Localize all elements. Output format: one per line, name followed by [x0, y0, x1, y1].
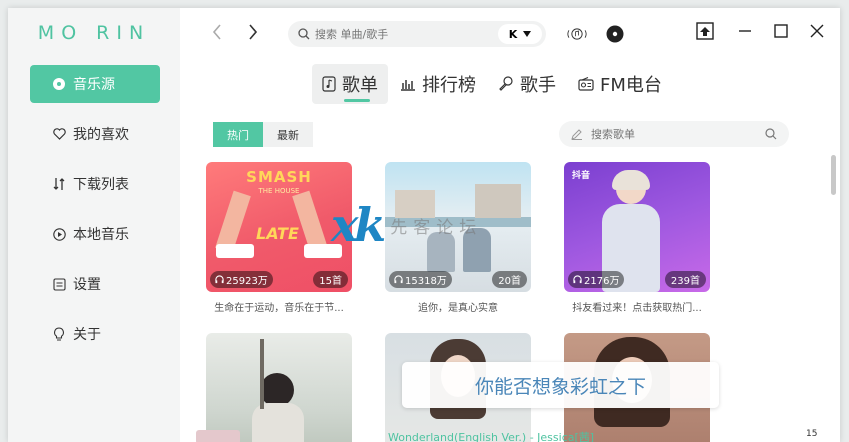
pencil-icon: [571, 129, 582, 140]
sidebar-item-label: 关于: [73, 327, 101, 343]
tab-playlist[interactable]: 歌单: [312, 64, 388, 104]
app-logo: MO RIN: [37, 22, 151, 44]
play-count: 15318万: [405, 276, 447, 287]
playlist-search: [559, 121, 789, 147]
cover-title: SMASH: [246, 168, 312, 186]
playlist-cover[interactable]: [206, 333, 352, 442]
source-selector[interactable]: K: [498, 24, 542, 44]
playlist-cover[interactable]: SMASH THE HOUSE LATE 25923万 15首: [206, 162, 352, 292]
sidebar-nav: 音乐源 我的喜欢 下载列表 本地音乐 设置 关于: [30, 65, 160, 365]
radio-icon: [578, 77, 594, 91]
cover-subtitle: THE HOUSE: [258, 187, 300, 195]
sidebar-item-label: 音乐源: [73, 77, 115, 93]
sidebar-item-music-source[interactable]: 音乐源: [30, 65, 160, 103]
minimize-button[interactable]: [734, 20, 756, 42]
chart-icon: [400, 77, 416, 91]
playlist-card[interactable]: 15318万 20首 追你，是真心实意: [385, 162, 531, 314]
playlist-description: 生命在于运动，音乐在于节...: [214, 303, 344, 314]
sidebar-item-label: 下载列表: [73, 177, 129, 193]
tab-singers[interactable]: 歌手: [488, 64, 566, 104]
maximize-button[interactable]: [770, 20, 792, 42]
playlist-icon: [322, 76, 336, 92]
chevron-right-icon: [249, 24, 258, 40]
search-icon: [298, 28, 310, 40]
download-list-icon: [52, 177, 66, 191]
sidebar-item-label: 设置: [73, 277, 101, 293]
sidebar-item-about[interactable]: 关于: [30, 315, 160, 353]
search-icon[interactable]: [765, 128, 777, 140]
filter-newest[interactable]: 最新: [263, 122, 313, 147]
minimize-icon: [739, 30, 751, 32]
now-playing-cover[interactable]: [196, 430, 240, 442]
music-source-icon: [52, 77, 66, 91]
filter-hot[interactable]: 热门: [213, 122, 263, 147]
playlist-card[interactable]: SMASH THE HOUSE LATE 25923万 15首 生命在于运动，音…: [206, 162, 352, 314]
sound-wave-icon: [567, 28, 587, 40]
close-icon: [810, 24, 824, 38]
tab-label: FM电台: [600, 75, 662, 96]
play-count: 2176万: [584, 276, 620, 287]
headphones-icon: [394, 275, 403, 284]
settings-icon: [52, 277, 66, 291]
tab-label: 排行榜: [422, 75, 476, 96]
sidebar-item-favorites[interactable]: 我的喜欢: [30, 115, 160, 153]
upload-box-icon: [696, 22, 714, 40]
mini-mode-button[interactable]: [694, 20, 716, 42]
search-bar: K: [288, 21, 546, 47]
sidebar-item-local-music[interactable]: 本地音乐: [30, 215, 160, 253]
back-button[interactable]: [207, 22, 227, 42]
desktop-lyric[interactable]: 你能否想象彩虹之下: [402, 362, 719, 408]
playlist-filters: 热门 最新: [213, 122, 313, 147]
bulb-icon: [52, 327, 66, 341]
tab-fm-radio[interactable]: FM电台: [568, 64, 672, 104]
song-count-badge: 239首: [664, 271, 706, 288]
tab-label: 歌单: [342, 75, 378, 96]
mic-icon: [498, 76, 514, 92]
play-circle-icon: [52, 227, 66, 241]
playlist-card[interactable]: 抖音 2176万 239首 抖友看过来！点击获取热门...: [564, 162, 710, 314]
forward-button[interactable]: [243, 22, 263, 42]
sidebar-item-label: 本地音乐: [73, 227, 129, 243]
disc-icon: [606, 25, 624, 43]
playlist-cover[interactable]: 15318万 20首: [385, 162, 531, 292]
caret-down-icon: [523, 31, 532, 37]
tab-label: 歌手: [520, 75, 556, 96]
source-label: K: [508, 27, 518, 41]
play-count-badge: 15318万: [389, 271, 452, 288]
playlist-description: 追你，是真心实意: [418, 303, 498, 314]
tab-charts[interactable]: 排行榜: [390, 64, 486, 104]
scrollbar[interactable]: [831, 155, 836, 195]
playlist-search-input[interactable]: [591, 127, 751, 141]
sidebar: MO RIN 音乐源 我的喜欢 下载列表 本地音乐 设置 关于: [8, 8, 180, 442]
cover-brand: 抖音: [572, 171, 591, 181]
now-playing-button[interactable]: [604, 23, 626, 45]
now-playing-title: Wonderland(English Ver.) - Jessica[茜]: [388, 431, 595, 442]
headphones-icon: [573, 275, 582, 284]
close-button[interactable]: [806, 20, 828, 42]
headphones-icon: [215, 275, 224, 284]
play-count-badge: 2176万: [568, 271, 625, 288]
chevron-left-icon: [212, 24, 221, 40]
play-count-badge: 25923万: [210, 271, 273, 288]
top-bar: K: [180, 8, 840, 58]
player-bar: Wonderland(English Ver.) - Jessica[茜] 15: [0, 428, 849, 442]
playlist-cover[interactable]: 抖音 2176万 239首: [564, 162, 710, 292]
maximize-icon: [774, 24, 788, 38]
play-count: 25923万: [226, 276, 268, 287]
category-tabs: 歌单 排行榜 歌手 FM电台: [312, 64, 674, 104]
song-count-badge: 15首: [313, 271, 348, 288]
playlist-description: 抖友看过来！点击获取热门...: [572, 303, 702, 314]
song-count-badge: 20首: [492, 271, 527, 288]
heart-icon: [52, 127, 66, 141]
search-input[interactable]: [315, 27, 485, 41]
sidebar-item-downloads[interactable]: 下载列表: [30, 165, 160, 203]
sidebar-item-label: 我的喜欢: [73, 127, 129, 143]
playlist-card[interactable]: [206, 333, 352, 442]
playback-time: 15: [806, 429, 818, 439]
sound-effect-button[interactable]: [566, 23, 588, 45]
cover-word: LATE: [256, 224, 299, 243]
sidebar-item-settings[interactable]: 设置: [30, 265, 160, 303]
